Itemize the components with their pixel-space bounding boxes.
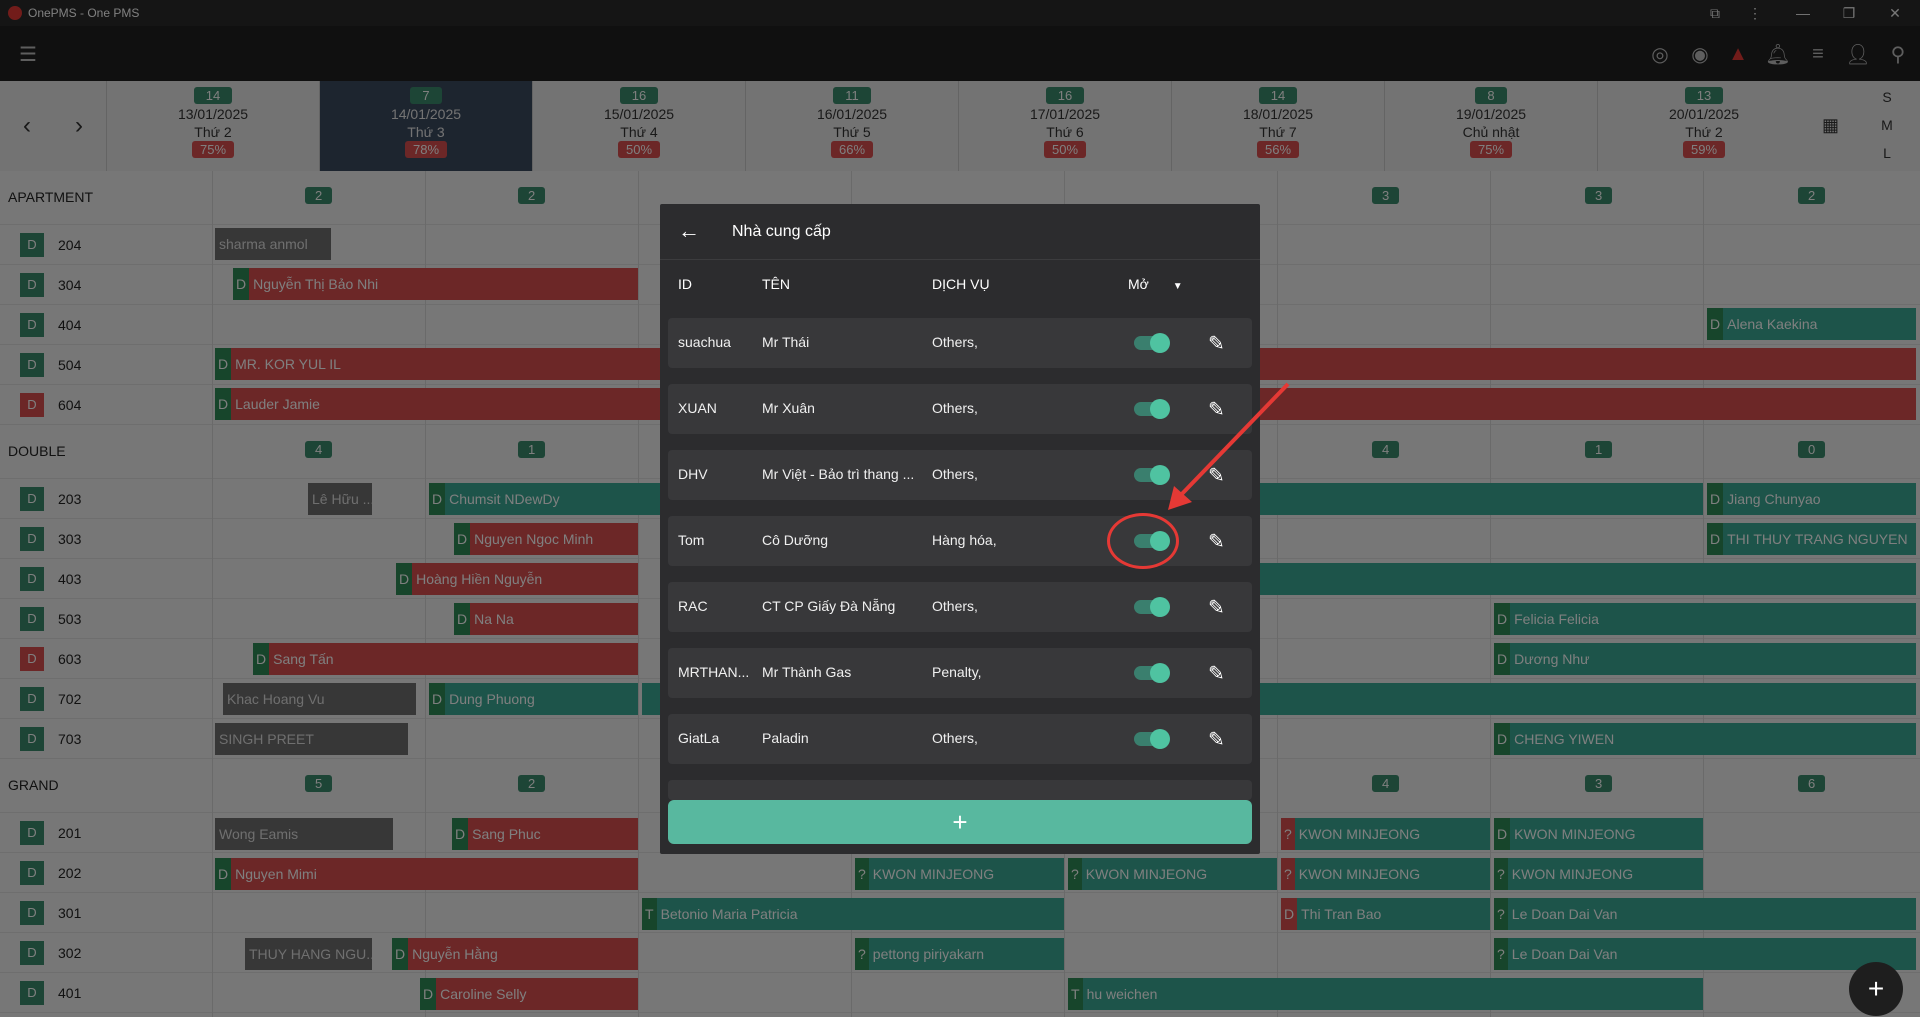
- supplier-name: Mr Thái: [762, 334, 810, 350]
- supplier-id: GiatLa: [678, 730, 720, 746]
- annotation-circle: [1107, 513, 1179, 569]
- supplier-id: MRTHAN...: [678, 664, 750, 680]
- edit-icon[interactable]: ✎: [1208, 529, 1225, 554]
- supplier-name: Cô Dưỡng: [762, 532, 829, 548]
- supplier-service: Penalty,: [932, 664, 982, 680]
- supplier-id: DHV: [678, 466, 708, 482]
- supplier-service: Others,: [932, 466, 978, 482]
- annotation-arrow: [1168, 382, 1290, 510]
- supplier-service: Hàng hóa,: [932, 532, 997, 548]
- active-toggle[interactable]: [1134, 597, 1170, 617]
- column-header-service: DỊCH VỤ: [932, 276, 990, 292]
- edit-icon[interactable]: ✎: [1208, 331, 1225, 356]
- chevron-down-icon: ▼: [1172, 281, 1183, 292]
- column-header-id: ID: [678, 276, 692, 292]
- supplier-name: Mr Việt - Bảo trì thang ...: [762, 466, 915, 482]
- supplier-row[interactable]: RAC CT CP Giấy Đà Nẵng Others, ✎: [668, 582, 1252, 632]
- supplier-row-partial: [668, 780, 1252, 800]
- status-filter-select[interactable]: Mở ▼: [1128, 276, 1183, 292]
- supplier-name: Paladin: [762, 730, 809, 746]
- edit-icon[interactable]: ✎: [1208, 661, 1225, 686]
- supplier-row[interactable]: suachua Mr Thái Others, ✎: [668, 318, 1252, 368]
- supplier-row[interactable]: MRTHAN... Mr Thành Gas Penalty, ✎: [668, 648, 1252, 698]
- supplier-id: Tom: [678, 532, 705, 548]
- supplier-id: RAC: [678, 598, 708, 614]
- dialog-header: ← Nhà cung cấp: [660, 204, 1260, 260]
- supplier-id: suachua: [678, 334, 731, 350]
- active-toggle[interactable]: [1134, 729, 1170, 749]
- add-supplier-button[interactable]: +: [668, 800, 1252, 844]
- active-toggle[interactable]: [1134, 663, 1170, 683]
- supplier-service: Others,: [932, 598, 978, 614]
- active-toggle[interactable]: [1134, 333, 1170, 353]
- supplier-name: Mr Thành Gas: [762, 664, 852, 680]
- supplier-service: Others,: [932, 400, 978, 416]
- edit-icon[interactable]: ✎: [1208, 595, 1225, 620]
- edit-icon[interactable]: ✎: [1208, 727, 1225, 752]
- supplier-name: CT CP Giấy Đà Nẵng: [762, 598, 896, 614]
- supplier-service: Others,: [932, 334, 978, 350]
- add-fab-button[interactable]: +: [1849, 962, 1903, 1016]
- dialog-title: Nhà cung cấp: [732, 223, 831, 240]
- supplier-id: XUAN: [678, 400, 717, 416]
- column-header-name: TÊN: [762, 276, 790, 292]
- supplier-service: Others,: [932, 730, 978, 746]
- supplier-name: Mr Xuân: [762, 400, 815, 416]
- supplier-row[interactable]: GiatLa Paladin Others, ✎: [668, 714, 1252, 764]
- back-arrow-icon[interactable]: ←: [678, 218, 700, 244]
- status-filter-value: Mở: [1128, 276, 1149, 292]
